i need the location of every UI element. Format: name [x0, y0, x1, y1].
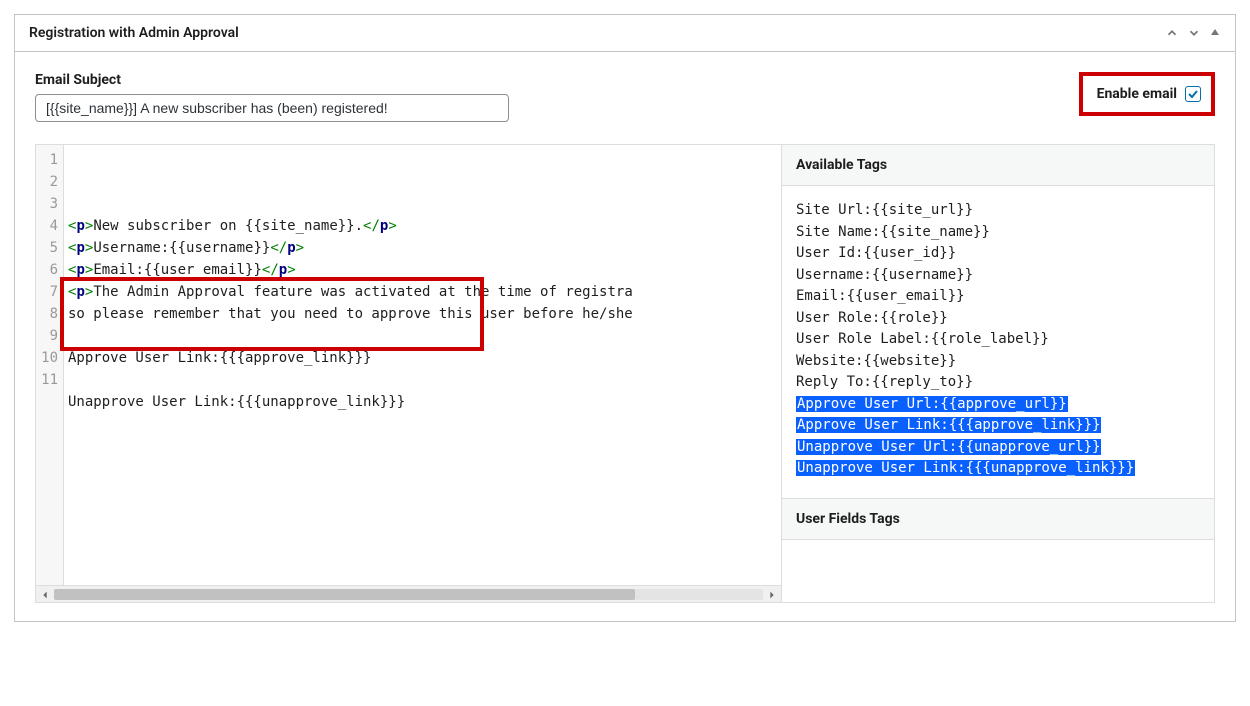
- horizontal-scrollbar[interactable]: [36, 585, 781, 602]
- code-line: <p>Email:{{user_email}}</p>: [68, 259, 781, 281]
- scroll-track[interactable]: [54, 589, 763, 600]
- settings-panel: Registration with Admin Approval Email S…: [14, 14, 1236, 622]
- panel-header: Registration with Admin Approval: [15, 15, 1235, 52]
- available-tag[interactable]: Site Name:{{site_name}}: [796, 222, 1200, 244]
- code-line: [68, 325, 781, 347]
- code-line: [68, 435, 781, 457]
- code-line: Unapprove User Link:{{{unapprove_link}}}: [68, 391, 781, 413]
- panel-title: Registration with Admin Approval: [29, 25, 239, 41]
- code-line: <p>New subscriber on {{site_name}}.</p>: [68, 215, 781, 237]
- enable-email-checkbox[interactable]: [1185, 86, 1201, 102]
- code-line: <p>The Admin Approval feature was activa…: [68, 281, 781, 303]
- code-gutter: 1234567891011: [36, 145, 64, 585]
- panel-body: Email Subject Enable email 1234567891011…: [15, 52, 1235, 621]
- code-editor[interactable]: <p>New subscriber on {{site_name}}.</p><…: [64, 145, 781, 585]
- scroll-left-icon[interactable]: [40, 589, 50, 599]
- available-tag[interactable]: User Role Label:{{role_label}}: [796, 329, 1200, 351]
- available-tag[interactable]: Reply To:{{reply_to}}: [796, 372, 1200, 394]
- available-tag[interactable]: Username:{{username}}: [796, 265, 1200, 287]
- code-line: [68, 413, 781, 435]
- code-line: <p>Username:{{username}}</p>: [68, 237, 781, 259]
- scroll-thumb[interactable]: [54, 589, 635, 600]
- email-subject-group: Email Subject: [35, 72, 509, 122]
- code-line: Approve User Link:{{{approve_link}}}: [68, 347, 781, 369]
- code-line: so please remember that you need to appr…: [68, 303, 781, 325]
- available-tag[interactable]: Site Url:{{site_url}}: [796, 200, 1200, 222]
- top-row: Email Subject Enable email: [35, 72, 1215, 122]
- code-line: [68, 369, 781, 391]
- caret-up-icon[interactable]: [1209, 26, 1221, 40]
- code-body: 1234567891011 <p>New subscriber on {{sit…: [36, 145, 781, 585]
- scroll-right-icon[interactable]: [767, 589, 777, 599]
- email-subject-input[interactable]: [35, 94, 509, 122]
- available-tags-body: Site Url:{{site_url}}Site Name:{{site_na…: [782, 186, 1214, 498]
- email-subject-label: Email Subject: [35, 72, 509, 88]
- available-tag[interactable]: Website:{{website}}: [796, 351, 1200, 373]
- available-tag[interactable]: Unapprove User Link:{{{unapprove_link}}}: [796, 458, 1135, 480]
- available-tag[interactable]: Email:{{user_email}}: [796, 286, 1200, 308]
- available-tag[interactable]: Approve User Link:{{{approve_link}}}: [796, 415, 1101, 437]
- tags-sidebar: Available Tags Site Url:{{site_url}}Site…: [782, 145, 1214, 602]
- available-tag[interactable]: User Id:{{user_id}}: [796, 243, 1200, 265]
- enable-email-box: Enable email: [1079, 72, 1215, 116]
- user-fields-tags-body: [782, 540, 1214, 603]
- code-area: 1234567891011 <p>New subscriber on {{sit…: [36, 145, 782, 602]
- editor-wrap: 1234567891011 <p>New subscriber on {{sit…: [35, 144, 1215, 603]
- enable-email-label: Enable email: [1097, 86, 1177, 102]
- user-fields-tags-title: User Fields Tags: [782, 498, 1214, 540]
- chevron-down-icon[interactable]: [1187, 26, 1201, 40]
- available-tag[interactable]: Unapprove User Url:{{unapprove_url}}: [796, 437, 1101, 459]
- available-tag[interactable]: Approve User Url:{{approve_url}}: [796, 394, 1068, 416]
- available-tag[interactable]: User Role:{{role}}: [796, 308, 1200, 330]
- chevron-up-icon[interactable]: [1165, 26, 1179, 40]
- available-tags-title: Available Tags: [782, 145, 1214, 186]
- panel-controls: [1165, 26, 1221, 40]
